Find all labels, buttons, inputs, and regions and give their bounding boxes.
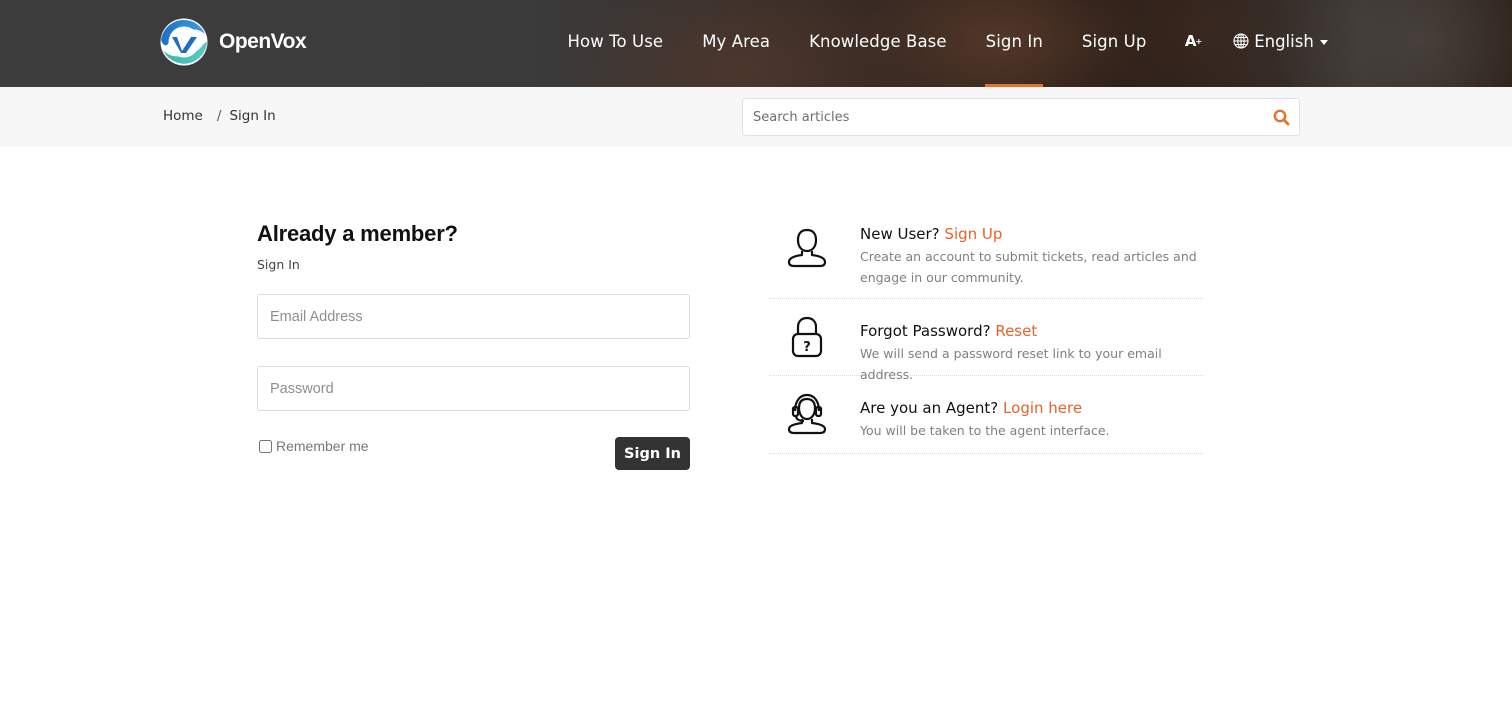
logo-link[interactable]: OpenVox <box>160 18 307 66</box>
chevron-down-icon <box>1319 39 1328 45</box>
svg-text:?: ? <box>803 340 811 355</box>
breadcrumb-home[interactable]: Home <box>163 108 203 124</box>
agent-login-link[interactable]: Login here <box>1003 399 1082 417</box>
remember-me-label: Remember me <box>276 438 369 454</box>
list-item-new-user: New User? Sign Up Create an account to s… <box>769 215 1203 299</box>
nav-sign-in[interactable]: Sign In <box>966 0 1062 87</box>
search-input[interactable] <box>743 109 1263 125</box>
breadcrumb: Home / Sign In <box>163 108 276 124</box>
site-header: OpenVox How To Use My Area Knowledge Bas… <box>0 0 1512 87</box>
user-icon <box>785 225 829 269</box>
signin-subtitle: Sign In <box>257 257 300 272</box>
info-heading: Forgot Password? Reset <box>860 322 1203 340</box>
signin-form: Already a member? Sign In Remember me Si… <box>257 221 690 472</box>
search-button[interactable] <box>1263 99 1299 135</box>
info-text: Are you an Agent? Login here You will be… <box>860 399 1203 441</box>
font-size-increase-icon[interactable]: A + <box>1166 0 1221 87</box>
breadcrumb-current: Sign In <box>229 108 276 124</box>
info-text: New User? Sign Up Create an account to s… <box>860 225 1203 288</box>
info-description: Create an account to submit tickets, rea… <box>860 249 1197 285</box>
account-help-list: New User? Sign Up Create an account to s… <box>769 215 1203 454</box>
info-heading-text: Forgot Password? <box>860 322 991 340</box>
list-item-agent-login: Are you an Agent? Login here You will be… <box>769 376 1203 454</box>
openvox-logo-icon <box>160 18 208 66</box>
search-box <box>742 98 1300 136</box>
nav-my-area[interactable]: My Area <box>683 0 790 87</box>
reset-password-link[interactable]: Reset <box>995 322 1037 340</box>
breadcrumb-bar: Home / Sign In <box>0 87 1512 147</box>
globe-icon <box>1233 33 1249 49</box>
language-dropdown[interactable]: English <box>1221 0 1340 87</box>
signin-title: Already a member? <box>257 221 458 246</box>
nav-how-to-use[interactable]: How To Use <box>548 0 683 87</box>
info-heading: New User? Sign Up <box>860 225 1203 243</box>
remember-me-checkbox[interactable] <box>259 439 272 453</box>
sign-in-button[interactable]: Sign In <box>615 437 690 470</box>
nav-knowledge-base[interactable]: Knowledge Base <box>790 0 967 87</box>
info-heading-text: New User? <box>860 225 940 243</box>
language-label: English <box>1254 31 1314 51</box>
form-footer: Remember me Sign In <box>257 437 690 472</box>
info-heading: Are you an Agent? Login here <box>860 399 1203 417</box>
main-nav: How To Use My Area Knowledge Base Sign I… <box>548 0 1340 87</box>
info-heading-text: Are you an Agent? <box>860 399 999 417</box>
search-icon <box>1273 109 1289 125</box>
lock-question-icon: ? <box>785 315 829 359</box>
remember-me[interactable]: Remember me <box>259 438 369 454</box>
sign-up-link[interactable]: Sign Up <box>944 225 1002 243</box>
list-item-forgot-password: ? Forgot Password? Reset We will send a … <box>769 299 1203 382</box>
nav-sign-up[interactable]: Sign Up <box>1062 0 1165 87</box>
email-field[interactable] <box>257 294 690 339</box>
breadcrumb-separator: / <box>216 108 222 124</box>
brand-name: OpenVox <box>219 30 307 53</box>
agent-headset-icon <box>785 391 829 435</box>
password-field[interactable] <box>257 366 690 411</box>
info-description: You will be taken to the agent interface… <box>860 423 1110 438</box>
font-size-plus: + <box>1195 36 1203 46</box>
